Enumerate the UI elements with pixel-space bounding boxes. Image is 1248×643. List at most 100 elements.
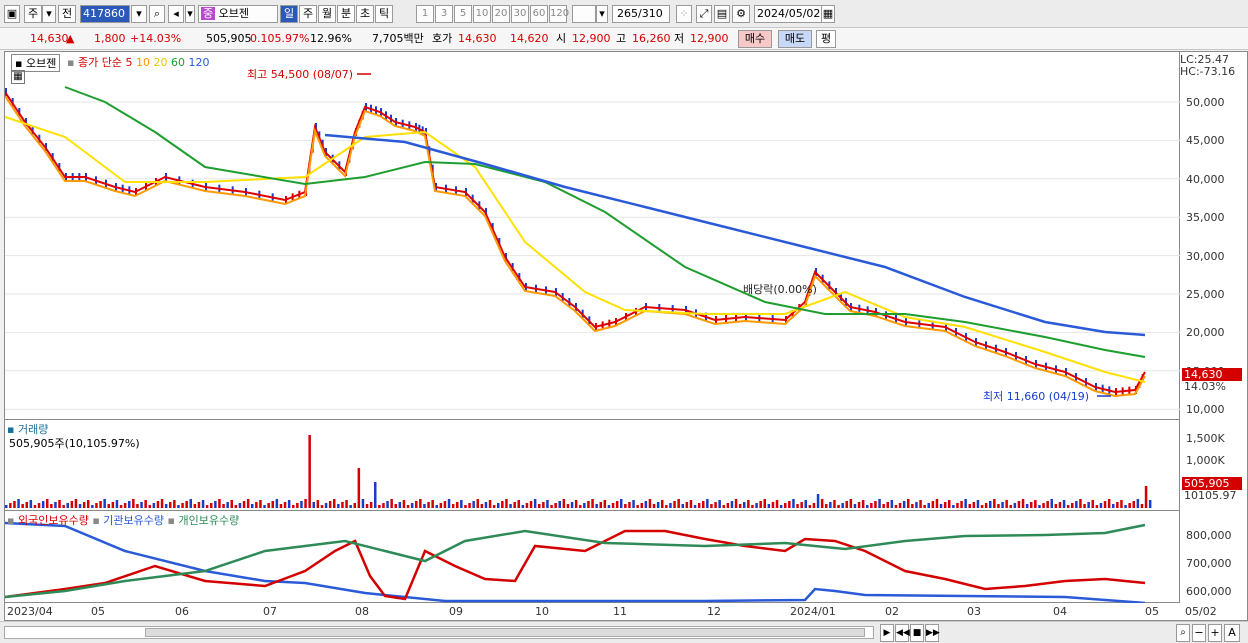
volume-bar bbox=[525, 503, 529, 508]
volume-bar bbox=[144, 500, 147, 508]
font-size-icon[interactable]: A bbox=[1224, 624, 1240, 642]
volume-bar bbox=[283, 502, 287, 508]
volume-bar bbox=[1030, 502, 1033, 508]
range-20-button[interactable]: 20 bbox=[492, 5, 510, 23]
scrollbar[interactable] bbox=[4, 626, 874, 639]
volume-bar bbox=[599, 502, 602, 508]
volume-bar bbox=[1107, 499, 1111, 508]
volume-bar bbox=[156, 501, 160, 508]
chart-area[interactable]: ▪ 오브젠 ▪ 종가 단순 5 10 20 60 120 ▦ 최고 54,500… bbox=[4, 51, 1181, 605]
range-60-button[interactable]: 60 bbox=[530, 5, 548, 23]
ma5-label: 5 bbox=[125, 56, 133, 69]
volume-bar bbox=[693, 505, 697, 508]
volume-bar bbox=[501, 501, 504, 508]
range-3-button[interactable]: 3 bbox=[435, 5, 453, 23]
volume-bar bbox=[341, 502, 344, 508]
rewind-icon[interactable]: ◀◀ bbox=[895, 624, 910, 642]
code-input[interactable]: 417860 bbox=[80, 5, 130, 23]
volume-bar bbox=[66, 503, 69, 508]
volume-bar bbox=[956, 503, 959, 508]
volume-bar bbox=[521, 505, 525, 508]
volume-bar bbox=[558, 501, 561, 508]
volume-bar bbox=[788, 501, 791, 508]
search-icon[interactable]: ⌕ bbox=[149, 5, 165, 23]
volume-bar bbox=[140, 502, 143, 508]
period-1-button[interactable]: 주 bbox=[299, 5, 317, 23]
period-3-button[interactable]: 분 bbox=[337, 5, 355, 23]
range-5-button[interactable]: 5 bbox=[454, 5, 472, 23]
volume-bar bbox=[132, 499, 135, 508]
save-icon[interactable]: ▤ bbox=[714, 5, 730, 23]
volume-bar bbox=[1112, 504, 1115, 508]
chevron-down-icon[interactable]: ▾ bbox=[42, 5, 56, 23]
stock-name-field[interactable]: 중 오브젠 bbox=[198, 5, 278, 23]
period-5-button[interactable]: 틱 bbox=[375, 5, 393, 23]
ma60-line bbox=[64, 86, 1146, 358]
volume-bar bbox=[513, 502, 516, 508]
volume-bar bbox=[591, 499, 594, 508]
range-10-button[interactable]: 10 bbox=[473, 5, 491, 23]
table-icon[interactable]: ▦ bbox=[11, 70, 25, 84]
volume-bar bbox=[1124, 505, 1127, 508]
minus-icon[interactable]: − bbox=[1192, 624, 1206, 642]
volume-bar bbox=[792, 499, 795, 508]
speaker-icon[interactable]: ◂ bbox=[168, 5, 184, 23]
code-dropdown-icon[interactable]: ▾ bbox=[131, 5, 147, 23]
range-30-button[interactable]: 30 bbox=[511, 5, 529, 23]
prev-button[interactable]: 전 bbox=[58, 5, 76, 23]
volume-bar bbox=[267, 503, 270, 508]
chevron-down-icon[interactable]: ▾ bbox=[596, 5, 608, 23]
market-select[interactable]: 주 bbox=[24, 5, 42, 23]
volume-bar bbox=[435, 505, 438, 508]
volume-bar bbox=[1001, 502, 1004, 508]
price-pane[interactable]: ▪ 오브젠 ▪ 종가 단순 5 10 20 60 120 ▦ 최고 54,500… bbox=[4, 52, 1181, 418]
volume-bar bbox=[800, 502, 803, 508]
gear-icon[interactable]: ⚙ bbox=[732, 5, 750, 23]
volume-bar bbox=[33, 505, 37, 508]
grid-icon[interactable]: ⁘ bbox=[676, 5, 692, 23]
volume-bar bbox=[345, 500, 348, 508]
high-label: 고 bbox=[616, 32, 627, 45]
volume-bar bbox=[415, 501, 418, 508]
volume-bar bbox=[37, 503, 41, 508]
volume-bar bbox=[275, 499, 279, 508]
range-120-button[interactable]: 120 bbox=[549, 5, 569, 23]
volume-bar bbox=[689, 500, 693, 508]
range-1-button[interactable]: 1 bbox=[416, 5, 434, 23]
owner-tick: 800,000 bbox=[1186, 529, 1232, 542]
volume-bar bbox=[1075, 501, 1078, 508]
x-tick: 05 bbox=[91, 605, 105, 618]
volume-bar bbox=[595, 504, 598, 508]
calendar-icon[interactable]: ▦ bbox=[821, 5, 835, 23]
volume-bar bbox=[566, 504, 570, 508]
high-price: 16,260 bbox=[632, 32, 671, 45]
bid-price: 14,620 bbox=[510, 32, 549, 45]
date-field[interactable]: 2024/05/02 bbox=[754, 5, 822, 23]
play-icon[interactable]: ▶ bbox=[880, 624, 894, 642]
period-2-button[interactable]: 월 bbox=[318, 5, 336, 23]
volume-bar bbox=[222, 504, 225, 508]
stop-icon[interactable]: ■ bbox=[910, 624, 924, 642]
forward-icon[interactable]: ▶▶ bbox=[925, 624, 940, 642]
ownership-pane[interactable]: ▪ 외국인보유수량 ▪ 기관보유수량 ▪ 개인보유수량 bbox=[4, 510, 1181, 605]
scroll-thumb[interactable] bbox=[145, 628, 865, 637]
ma10-line bbox=[4, 95, 1146, 398]
period-4-button[interactable]: 초 bbox=[356, 5, 374, 23]
chevron-down-icon[interactable]: ▾ bbox=[185, 5, 195, 23]
layout-icon[interactable]: ▣ bbox=[4, 5, 20, 23]
volume-pane[interactable]: ▪ 거래량 505,905주(10,105.97%) bbox=[5, 419, 1181, 509]
buy-button[interactable]: 매수 bbox=[738, 30, 772, 48]
volume-bar bbox=[119, 505, 123, 508]
volume-bar bbox=[775, 500, 779, 508]
volume-bar bbox=[82, 502, 86, 508]
plus-icon[interactable]: + bbox=[1208, 624, 1222, 642]
count-field[interactable]: 265/310 bbox=[612, 5, 670, 23]
sell-button[interactable]: 매도 bbox=[778, 30, 812, 48]
volume-bar bbox=[394, 504, 397, 508]
drawing-icon[interactable]: ⤢ bbox=[696, 5, 712, 23]
eval-button[interactable]: 평 bbox=[816, 30, 836, 48]
volume-bar bbox=[382, 503, 385, 508]
period-0-button[interactable]: 일 bbox=[280, 5, 298, 23]
zoom-icon[interactable]: ⌕ bbox=[1176, 624, 1190, 642]
range-input[interactable] bbox=[572, 5, 596, 23]
